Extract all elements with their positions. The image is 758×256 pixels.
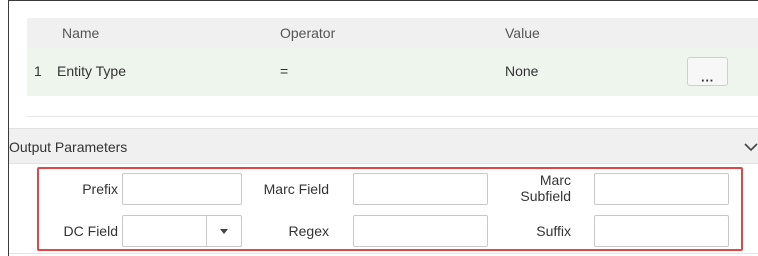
marc-subfield-label-line2: Subfield [520, 188, 571, 204]
marc-field-label: Marc Field [263, 181, 329, 197]
suffix-input[interactable] [594, 215, 729, 247]
more-actions-label: ··· [701, 73, 714, 88]
row-name-cell: Entity Type [57, 63, 127, 79]
select-divider [206, 216, 207, 246]
suffix-label: Suffix [536, 223, 571, 239]
conditions-table-header: Name Operator Value [27, 18, 758, 48]
frame-top-border [8, 0, 758, 1]
section-divider [27, 116, 758, 117]
marc-subfield-label: Marc Subfield [520, 172, 571, 204]
row-operator-cell: = [280, 63, 289, 79]
marc-subfield-label-line1: Marc [539, 172, 571, 188]
conditions-table: Name Operator Value 1 Entity Type = None… [27, 18, 758, 96]
table-row[interactable]: 1 Entity Type = None ··· [27, 48, 758, 96]
output-parameters-header[interactable]: Output Parameters [9, 128, 758, 164]
column-header-name: Name [62, 25, 100, 41]
row-value-cell: None [505, 63, 539, 79]
chevron-down-icon[interactable] [742, 138, 758, 156]
column-header-value: Value [505, 25, 540, 41]
bottom-divider [9, 253, 758, 254]
caret-down-icon[interactable] [220, 229, 228, 234]
column-header-operator: Operator [280, 25, 336, 41]
more-actions-button[interactable]: ··· [687, 57, 728, 88]
marc-subfield-input[interactable] [594, 173, 729, 205]
row-index: 1 [34, 63, 42, 79]
regex-label: Regex [288, 223, 329, 239]
dc-field-label: DC Field [63, 223, 118, 239]
marc-field-input[interactable] [353, 173, 488, 205]
prefix-label: Prefix [82, 181, 118, 197]
output-parameters-title: Output Parameters [9, 139, 128, 155]
output-parameters-form: Prefix Marc Field Marc Subfield DC Field… [37, 167, 743, 251]
regex-input[interactable] [353, 215, 488, 247]
dc-field-select[interactable] [122, 215, 242, 247]
prefix-input[interactable] [122, 173, 242, 205]
